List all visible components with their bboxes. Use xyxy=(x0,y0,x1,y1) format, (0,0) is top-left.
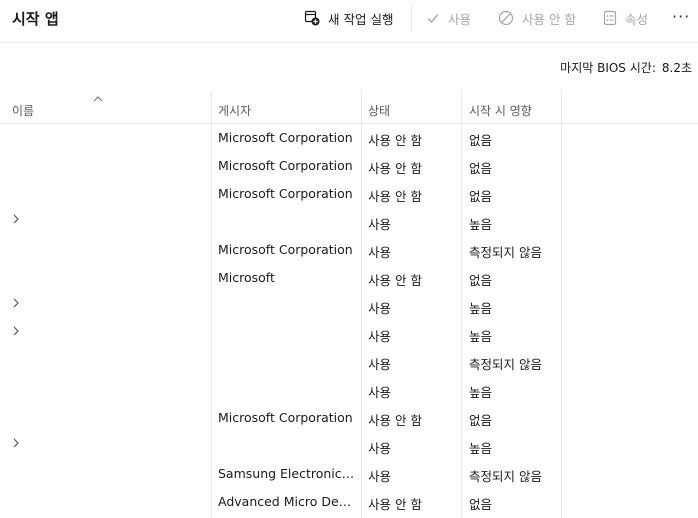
status-cell: 사용 안 함 xyxy=(368,189,422,204)
title-bar: 시작 앱 새 작업 실행 사용 사용 안 함 속성 ··· xyxy=(0,0,698,40)
table-row[interactable]: Microsoft Corporation 사용 안 함 없음 xyxy=(0,404,698,432)
status-cell: 사용 안 함 xyxy=(368,273,422,288)
status-cell: 사용 xyxy=(368,441,392,456)
table-row[interactable]: Microsoft Corporation 사용 안 함 없음 xyxy=(0,124,698,152)
impact-cell: 없음 xyxy=(469,413,493,428)
run-new-task-button[interactable]: 새 작업 실행 xyxy=(304,8,393,28)
table-row[interactable]: Samsung Electronics C... 사용 측정되지 않음 xyxy=(0,460,698,488)
impact-cell: 없음 xyxy=(469,161,493,176)
publisher-cell: Microsoft xyxy=(218,270,275,285)
status-cell: 사용 xyxy=(368,357,392,372)
column-header-name[interactable]: 이름 xyxy=(12,102,34,119)
impact-cell: 측정되지 않음 xyxy=(469,245,542,260)
new-task-icon xyxy=(304,10,320,26)
toolbar-divider xyxy=(0,42,698,43)
publisher-cell: Microsoft Corporation xyxy=(218,410,353,425)
table-row[interactable]: 사용 높음 xyxy=(0,208,698,236)
column-header-publisher[interactable]: 게시자 xyxy=(218,102,251,119)
table-row[interactable]: Advanced Micro Device... 사용 안 함 없음 xyxy=(0,488,698,516)
publisher-cell: Advanced Micro Device... xyxy=(218,494,358,509)
impact-cell: 높음 xyxy=(469,301,493,316)
column-header-impact[interactable]: 시작 시 영향 xyxy=(469,102,532,119)
impact-cell: 없음 xyxy=(469,189,493,204)
impact-cell: 측정되지 않음 xyxy=(469,357,542,372)
table-row[interactable]: 사용 높음 xyxy=(0,432,698,460)
status-cell: 사용 xyxy=(368,245,392,260)
enable-button[interactable]: 사용 xyxy=(426,8,471,28)
properties-button[interactable]: 속성 xyxy=(603,8,648,28)
impact-cell: 없음 xyxy=(469,497,493,512)
table-row[interactable]: 사용 측정되지 않음 xyxy=(0,348,698,376)
table-row[interactable]: 사용 높음 xyxy=(0,292,698,320)
status-cell: 사용 안 함 xyxy=(368,497,422,512)
column-header-status[interactable]: 상태 xyxy=(368,102,390,119)
publisher-cell: Microsoft Corporation xyxy=(218,242,353,257)
status-cell: 사용 안 함 xyxy=(368,413,422,428)
chevron-right-icon[interactable] xyxy=(12,325,20,341)
page-title: 시작 앱 xyxy=(12,10,59,28)
bios-time-label: 마지막 BIOS 시간: xyxy=(560,61,656,75)
status-cell: 사용 xyxy=(368,385,392,400)
impact-cell: 높음 xyxy=(469,329,493,344)
status-cell: 사용 안 함 xyxy=(368,161,422,176)
table-row[interactable]: Microsoft Corporation 사용 측정되지 않음 xyxy=(0,236,698,264)
status-cell: 사용 xyxy=(368,301,392,316)
status-cell: 사용 xyxy=(368,329,392,344)
more-options-button[interactable]: ··· xyxy=(672,6,690,26)
enable-label: 사용 xyxy=(448,11,472,27)
disable-label: 사용 안 함 xyxy=(522,11,576,27)
chevron-right-icon[interactable] xyxy=(12,437,20,453)
status-cell: 사용 xyxy=(368,469,392,484)
table-header: 이름 게시자 상태 시작 시 영향 xyxy=(0,90,698,124)
impact-cell: 높음 xyxy=(469,217,493,232)
publisher-cell: Microsoft Corporation xyxy=(218,158,353,173)
impact-cell: 높음 xyxy=(469,385,493,400)
impact-cell: 높음 xyxy=(469,441,493,456)
impact-cell: 없음 xyxy=(469,133,493,148)
bios-time-value: 8.2초 xyxy=(661,61,692,75)
disable-button[interactable]: 사용 안 함 xyxy=(498,8,576,28)
table-row[interactable]: Microsoft Corporation 사용 안 함 없음 xyxy=(0,180,698,208)
block-icon xyxy=(498,10,514,26)
status-cell: 사용 안 함 xyxy=(368,133,422,148)
table-row[interactable]: Microsoft Corporation 사용 안 함 없음 xyxy=(0,152,698,180)
sort-ascending-icon xyxy=(93,94,103,105)
run-new-task-label: 새 작업 실행 xyxy=(328,11,394,27)
properties-label: 속성 xyxy=(625,11,649,27)
toolbar-separator xyxy=(411,6,412,32)
chevron-right-icon[interactable] xyxy=(12,213,20,229)
chevron-right-icon[interactable] xyxy=(12,297,20,313)
publisher-cell: Microsoft Corporation xyxy=(218,186,353,201)
checkmark-icon xyxy=(427,14,439,24)
status-cell: 사용 xyxy=(368,217,392,232)
table-row[interactable]: 사용 높음 xyxy=(0,320,698,348)
bios-time: 마지막 BIOS 시간: 8.2초 xyxy=(560,59,692,76)
table-row[interactable]: 사용 높음 xyxy=(0,376,698,404)
impact-cell: 없음 xyxy=(469,273,493,288)
impact-cell: 측정되지 않음 xyxy=(469,469,542,484)
properties-icon xyxy=(603,10,617,26)
publisher-cell: Samsung Electronics C... xyxy=(218,466,358,481)
publisher-cell: Microsoft Corporation xyxy=(218,130,353,145)
table-row[interactable]: Microsoft 사용 안 함 없음 xyxy=(0,264,698,292)
more-icon: ··· xyxy=(672,6,691,26)
